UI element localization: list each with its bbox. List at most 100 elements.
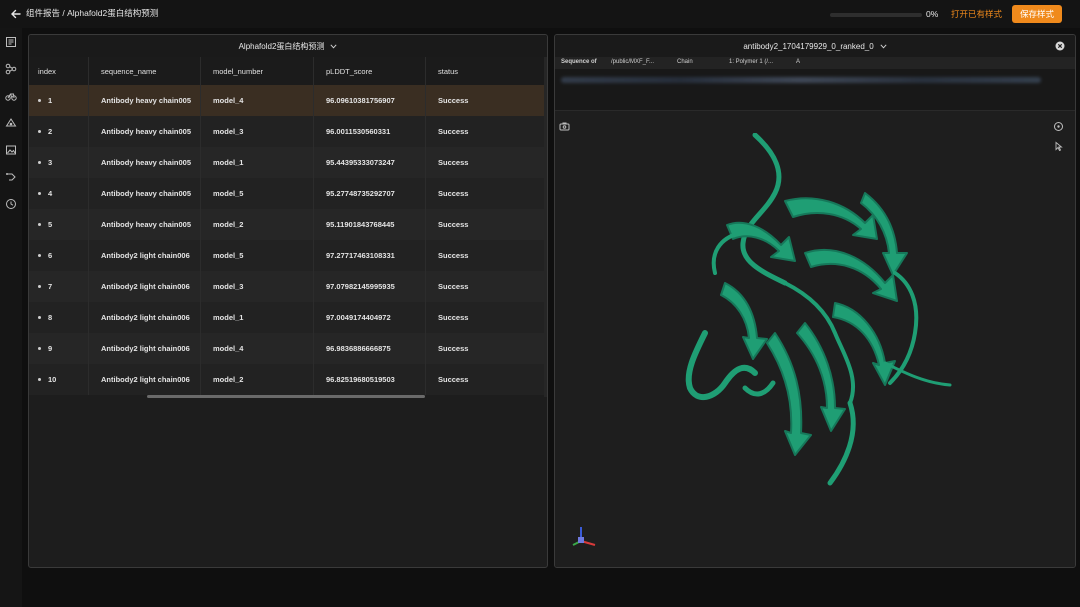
row-index-cell: 9 (29, 333, 89, 364)
row-index-cell: 8 (29, 302, 89, 333)
pointer-icon[interactable] (1053, 141, 1064, 152)
row-plddt-cell: 97.07982145995935 (314, 271, 426, 302)
reset-view-icon[interactable] (1053, 121, 1064, 132)
row-plddt-cell-text: 95.11901843768445 (326, 220, 395, 229)
row-status-cell: Success (426, 302, 545, 333)
row-plddt-cell: 97.27717463108331 (314, 240, 426, 271)
row-bullet-icon (38, 316, 41, 319)
table-row[interactable]: 6 Antibody2 light chain006 model_5 97.27717… (29, 240, 545, 271)
close-icon[interactable] (1055, 41, 1065, 51)
row-sequence-name-cell: Antibody heavy chain005 (89, 209, 201, 240)
row-plddt-cell-text: 95.27748735292707 (326, 189, 395, 198)
row-bullet-icon (38, 192, 41, 195)
row-plddt-cell: 96.9836886666875 (314, 333, 426, 364)
molecule-3d-canvas[interactable] (555, 111, 1075, 567)
chevron-down-icon[interactable] (330, 43, 337, 49)
row-bullet-icon (38, 161, 41, 164)
row-plddt-cell: 95.44395333073247 (314, 147, 426, 178)
image-icon[interactable] (5, 144, 17, 156)
structure-viewer-panel: antibody2_1704179929_0_ranked_0 Sequence… (554, 34, 1076, 568)
table-row[interactable]: 2 Antibody heavy chain005 model_3 96.001153… (29, 116, 545, 147)
viewer-panel-header[interactable]: antibody2_1704179929_0_ranked_0 (555, 35, 1075, 57)
layers-icon[interactable] (5, 36, 17, 48)
row-index-cell: 2 (29, 116, 89, 147)
vertical-scrollbar-track[interactable] (544, 57, 547, 397)
row-sequence-name-cell-text: Antibody2 light chain006 (101, 313, 190, 322)
row-sequence-name-cell-text: Antibody heavy chain005 (101, 96, 192, 105)
column-header-model-number[interactable]: model_number (201, 57, 314, 85)
row-status-cell: Success (426, 333, 545, 364)
sequence-toolbar: Sequence of /public/MXF_F... Chain 1: Po… (555, 57, 1075, 69)
column-header-plddt-score[interactable]: pLDDT_score (314, 57, 426, 85)
table-row[interactable]: 9 Antibody2 light chain006 model_4 96.98368… (29, 333, 545, 364)
row-sequence-name-cell-text: Antibody2 light chain006 (101, 344, 190, 353)
row-status-cell: Success (426, 240, 545, 271)
row-plddt-cell: 96.82519680519503 (314, 364, 426, 395)
protein-cartoon-structure[interactable] (685, 133, 965, 503)
table-row[interactable]: 5 Antibody heavy chain005 model_2 95.119018… (29, 209, 545, 240)
row-sequence-name-cell: Antibody2 light chain006 (89, 333, 201, 364)
row-plddt-cell-text: 96.0011530560331 (326, 127, 391, 136)
column-header-status[interactable]: status (426, 57, 545, 85)
table-row[interactable]: 4 Antibody heavy chain005 model_5 95.277487… (29, 178, 545, 209)
row-status-cell-text: Success (438, 127, 469, 136)
breadcrumb[interactable]: 组件报告 / Alphafold2蛋白结构预测 (26, 7, 158, 19)
row-sequence-name-cell: Antibody heavy chain005 (89, 116, 201, 147)
row-bullet-icon (38, 223, 41, 226)
chain-label: Chain (677, 59, 693, 65)
row-plddt-cell: 97.0049174404972 (314, 302, 426, 333)
column-header-index[interactable]: index (29, 57, 89, 85)
column-header-sequence-name[interactable]: sequence_name (89, 57, 201, 85)
sequence-path-select[interactable]: /public/MXF_F... (611, 59, 654, 65)
row-status-cell: Success (426, 364, 545, 395)
row-sequence-name-cell-text: Antibody heavy chain005 (101, 220, 192, 229)
row-plddt-cell-text: 97.0049174404972 (326, 313, 391, 322)
row-index-cell-text: 4 (48, 189, 53, 198)
row-sequence-name-cell-text: Antibody2 light chain006 (101, 375, 190, 384)
row-sequence-name-cell: Antibody2 light chain006 (89, 240, 201, 271)
open-existing-style-link[interactable]: 打开已有样式 (951, 8, 1002, 20)
bike-icon[interactable] (5, 90, 17, 102)
save-style-button[interactable]: 保存样式 (1012, 5, 1062, 23)
row-sequence-name-cell: Antibody heavy chain005 (89, 147, 201, 178)
cloud-icon[interactable] (5, 117, 17, 129)
row-model-number-cell-text: model_2 (213, 220, 244, 229)
table-row[interactable]: 8 Antibody2 light chain006 model_1 97.00491… (29, 302, 545, 333)
row-sequence-name-cell-text: Antibody2 light chain006 (101, 251, 190, 260)
row-status-cell: Success (426, 209, 545, 240)
horizontal-scrollbar[interactable] (147, 395, 425, 398)
row-model-number-cell: model_4 (201, 333, 314, 364)
row-index-cell-text: 2 (48, 127, 53, 136)
row-model-number-cell: model_2 (201, 209, 314, 240)
sequence-track[interactable] (555, 69, 1075, 111)
table-panel-header[interactable]: Alphafold2蛋白结构预测 (29, 35, 547, 57)
table-header-row: index sequence_name model_number pLDDT_s… (29, 57, 545, 85)
row-plddt-cell-text: 96.82519680519503 (326, 375, 395, 384)
chain-select[interactable]: A (796, 59, 800, 65)
route-icon[interactable] (5, 171, 17, 183)
row-sequence-name-cell: Antibody2 light chain006 (89, 302, 201, 333)
row-bullet-icon (38, 285, 41, 288)
row-sequence-name-cell: Antibody2 light chain006 (89, 271, 201, 302)
nodes-icon[interactable] (5, 63, 17, 75)
row-status-cell-text: Success (438, 96, 469, 105)
table-row[interactable]: 7 Antibody2 light chain006 model_3 97.07982… (29, 271, 545, 302)
row-plddt-cell: 95.27748735292707 (314, 178, 426, 209)
clock-icon[interactable] (5, 198, 17, 210)
row-model-number-cell-text: model_3 (213, 282, 244, 291)
row-model-number-cell-text: model_5 (213, 189, 244, 198)
table-row[interactable]: 1 Antibody heavy chain005 model_4 96.096103… (29, 85, 545, 116)
row-plddt-cell-text: 97.07982145995935 (326, 282, 395, 291)
back-arrow-icon[interactable] (10, 8, 22, 20)
table-row[interactable]: 10 Antibody2 light chain006 model_2 96.8251… (29, 364, 545, 395)
polymer-select[interactable]: 1: Polymer 1 (/... (729, 59, 773, 65)
results-table-panel: Alphafold2蛋白结构预测 index sequence_name mod… (28, 34, 548, 568)
camera-icon[interactable] (559, 121, 570, 132)
chevron-down-icon[interactable] (880, 43, 887, 49)
row-index-cell-text: 8 (48, 313, 53, 322)
row-sequence-name-cell-text: Antibody heavy chain005 (101, 127, 192, 136)
table-row[interactable]: 3 Antibody heavy chain005 model_1 95.443953… (29, 147, 545, 178)
row-index-cell-text: 7 (48, 282, 53, 291)
row-sequence-name-cell-text: Antibody heavy chain005 (101, 189, 192, 198)
sequence-label: Sequence of (561, 59, 597, 65)
